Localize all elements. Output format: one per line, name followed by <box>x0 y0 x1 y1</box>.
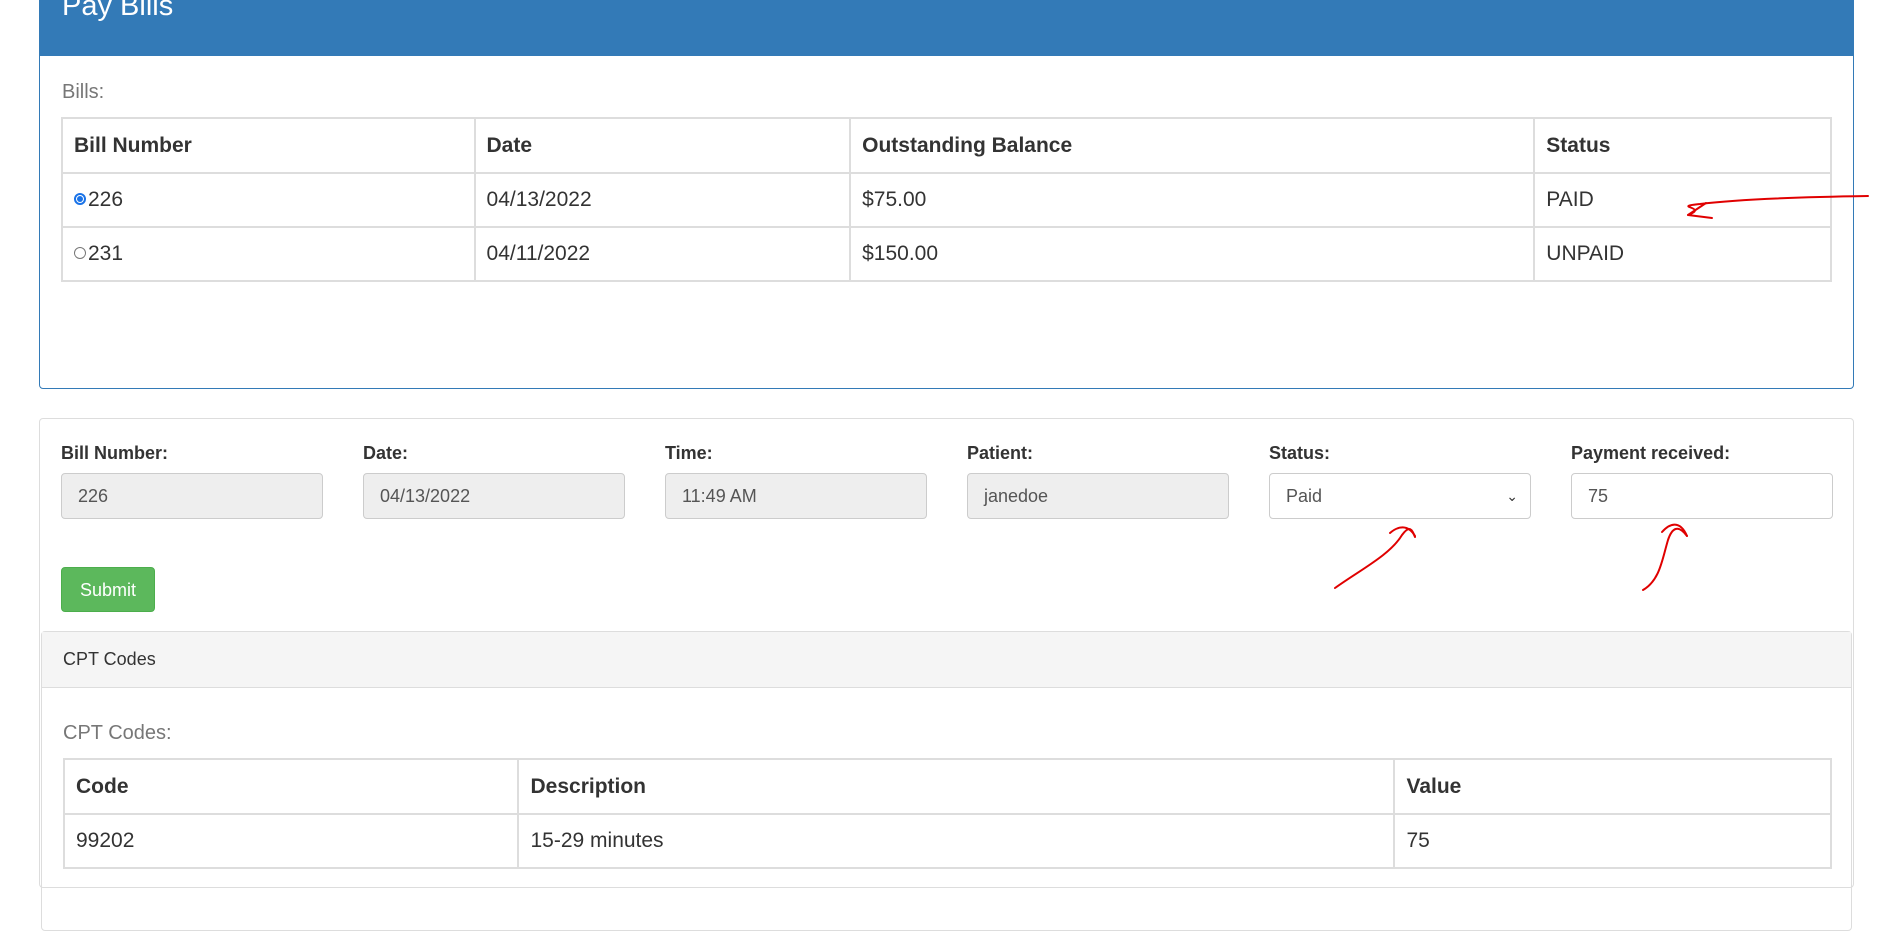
bill-status-cell: PAID <box>1533 172 1832 228</box>
pay-bills-header: Pay Bills <box>40 0 1853 56</box>
cpt-codes-label: CPT Codes: <box>63 722 172 744</box>
time-input: 11:49 AM <box>665 473 927 519</box>
cpt-codes-table: Code Description Value 99202 15-29 minut… <box>62 758 1832 869</box>
patient-input: janedoe <box>967 473 1229 519</box>
bill-number-cell: 226 <box>61 172 476 228</box>
status-select[interactable]: Paid ⌄ <box>1269 473 1531 519</box>
col-status: Status <box>1533 117 1832 174</box>
bill-number-label: Bill Number: <box>61 443 169 463</box>
date-input: 04/13/2022 <box>363 473 625 519</box>
chevron-down-icon: ⌄ <box>1506 488 1518 504</box>
col-date: Date <box>473 117 852 174</box>
table-row[interactable]: 226 04/13/2022 $75.00 PAID <box>61 172 1832 228</box>
col-value: Value <box>1393 758 1832 815</box>
pay-bills-title: Pay Bills <box>62 0 174 22</box>
bills-table: Bill Number Date Outstanding Balance Sta… <box>61 117 1832 282</box>
bill-form-panel: Bill Number: 226 Date: 04/13/2022 Time: … <box>39 418 1854 931</box>
patient-label: Patient: <box>967 443 1034 463</box>
bill-number-field: Bill Number: 226 <box>61 443 323 519</box>
time-label: Time: <box>665 443 713 463</box>
bill-number-value: 231 <box>88 242 124 265</box>
cpt-code-cell: 99202 <box>62 813 520 869</box>
bill-status-cell: UNPAID <box>1533 226 1832 282</box>
bills-table-header: Bill Number Date Outstanding Balance Sta… <box>61 117 1832 174</box>
bill-date-cell: 04/13/2022 <box>473 172 852 228</box>
bill-balance-cell: $75.00 <box>849 172 1536 228</box>
status-field: Status: Paid ⌄ <box>1269 443 1531 519</box>
col-code: Code <box>62 758 520 815</box>
date-label: Date: <box>363 443 409 463</box>
payment-received-input[interactable]: 75 <box>1571 473 1833 519</box>
bill-date-cell: 04/11/2022 <box>473 226 852 282</box>
bill-select-radio[interactable] <box>74 247 86 259</box>
cpt-table-header: Code Description Value <box>62 758 1832 815</box>
table-row[interactable]: 231 04/11/2022 $150.00 UNPAID <box>61 226 1832 282</box>
submit-button[interactable]: Submit <box>61 567 155 612</box>
cpt-value-cell: 75 <box>1393 813 1832 869</box>
date-field: Date: 04/13/2022 <box>363 443 625 519</box>
bill-number-input: 226 <box>61 473 323 519</box>
table-row: 99202 15-29 minutes 75 <box>62 813 1832 869</box>
patient-field: Patient: janedoe <box>967 443 1229 519</box>
col-description: Description <box>517 758 1396 815</box>
cpt-codes-panel: CPT Codes CPT Codes: Code Description Va… <box>41 631 1852 931</box>
status-select-value: Paid <box>1286 486 1323 506</box>
bill-balance-cell: $150.00 <box>849 226 1536 282</box>
status-label: Status: <box>1269 443 1331 463</box>
payment-received-field: Payment received: 75 <box>1571 443 1833 519</box>
cpt-description-cell: 15-29 minutes <box>517 813 1396 869</box>
payment-received-label: Payment received: <box>1571 443 1731 463</box>
time-field: Time: 11:49 AM <box>665 443 927 519</box>
col-outstanding-balance: Outstanding Balance <box>849 117 1536 174</box>
bills-label: Bills: <box>62 81 105 103</box>
col-bill-number: Bill Number <box>61 117 476 174</box>
bill-number-value: 226 <box>88 188 124 211</box>
bill-number-cell: 231 <box>61 226 476 282</box>
bill-select-radio[interactable] <box>74 193 86 205</box>
pay-bills-panel: Pay Bills Bills: Bill Number Date Outsta… <box>39 0 1854 389</box>
cpt-codes-heading: CPT Codes <box>42 632 1851 688</box>
